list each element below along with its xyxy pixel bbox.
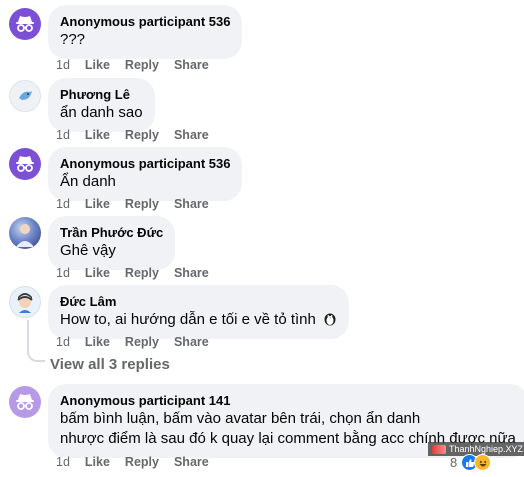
reply-button[interactable]: Reply	[125, 455, 159, 469]
haha-reaction-icon	[474, 454, 492, 471]
incognito-icon	[16, 394, 34, 410]
comment-actions: 1d Like Reply Share	[56, 128, 224, 142]
reply-button[interactable]: Reply	[125, 128, 159, 142]
comment-bubble: Anonymous participant 536 ???	[48, 5, 243, 59]
bird-icon	[19, 91, 32, 100]
comment-actions: 1d Like Reply Share	[56, 197, 224, 211]
comment-actions: 1d Like Reply Share	[56, 455, 224, 469]
timestamp[interactable]: 1d	[56, 128, 70, 142]
comment-text: How to, ai hướng dẫn e tối e về tỏ tình	[60, 310, 337, 330]
share-button[interactable]: Share	[174, 335, 209, 349]
like-button[interactable]: Like	[85, 197, 110, 211]
author-name[interactable]: Anonymous participant 536	[60, 13, 230, 30]
user-avatar[interactable]	[9, 80, 41, 112]
comment-bubble: Trần Phước Đức Ghê vậy	[48, 216, 176, 270]
timestamp[interactable]: 1d	[56, 266, 70, 280]
author-name[interactable]: Anonymous participant 536	[60, 155, 230, 172]
comment-text-content: How to, ai hướng dẫn e tối e về tỏ tình	[60, 311, 316, 328]
comment-actions: 1d Like Reply Share	[56, 266, 224, 280]
reaction-summary[interactable]: 8	[450, 454, 492, 471]
cartoon-boy-icon	[17, 293, 33, 313]
comment-actions: 1d Like Reply Share	[56, 335, 224, 349]
comment-text: ???	[60, 31, 86, 48]
incognito-icon	[16, 156, 34, 172]
incognito-icon	[16, 16, 34, 32]
comment-text-line-1: bấm bình luận, bấm vào avatar bên trái, …	[60, 410, 421, 427]
penguin-emoji-icon	[324, 313, 336, 326]
anonymous-avatar[interactable]	[9, 148, 41, 180]
anonymous-avatar[interactable]	[9, 8, 41, 40]
reply-thread-line	[27, 320, 45, 362]
like-button[interactable]: Like	[85, 455, 110, 469]
author-name[interactable]: Trần Phước Đức	[60, 224, 163, 241]
anonymous-avatar[interactable]	[9, 386, 41, 418]
reaction-count: 8	[450, 455, 458, 470]
reply-button[interactable]: Reply	[125, 335, 159, 349]
comment-actions: 1d Like Reply Share	[56, 58, 224, 72]
comment-bubble: Anonymous participant 536 Ẩn danh	[48, 147, 243, 201]
timestamp[interactable]: 1d	[56, 197, 70, 211]
share-button[interactable]: Share	[174, 58, 209, 72]
share-button[interactable]: Share	[174, 455, 209, 469]
author-name[interactable]: Anonymous participant 141	[60, 392, 516, 409]
user-avatar[interactable]	[9, 286, 41, 318]
like-button[interactable]: Like	[85, 128, 110, 142]
reply-button[interactable]: Reply	[125, 197, 159, 211]
user-avatar[interactable]	[9, 217, 41, 249]
view-all-replies-link[interactable]: View all 3 replies	[50, 356, 170, 373]
share-button[interactable]: Share	[174, 128, 209, 142]
like-button[interactable]: Like	[85, 335, 110, 349]
like-button[interactable]: Like	[85, 58, 110, 72]
share-button[interactable]: Share	[174, 266, 209, 280]
like-button[interactable]: Like	[85, 266, 110, 280]
reply-button[interactable]: Reply	[125, 266, 159, 280]
comment-text: ẩn danh sao	[60, 104, 143, 121]
timestamp[interactable]: 1d	[56, 335, 70, 349]
author-name[interactable]: Phương Lê	[60, 86, 143, 103]
author-name[interactable]: Đức Lâm	[60, 293, 337, 310]
comment-text: Ẩn danh	[60, 173, 116, 190]
share-button[interactable]: Share	[174, 197, 209, 211]
comment-text: Ghê vậy	[60, 242, 116, 259]
comment-bubble: Đức Lâm How to, ai hướng dẫn e tối e về …	[48, 285, 350, 339]
watermark-logo-icon	[432, 444, 446, 454]
timestamp[interactable]: 1d	[56, 455, 70, 469]
reply-button[interactable]: Reply	[125, 58, 159, 72]
profile-photo-icon	[16, 224, 34, 247]
timestamp[interactable]: 1d	[56, 58, 70, 72]
comment-bubble: Phương Lê ẩn danh sao	[48, 78, 155, 132]
